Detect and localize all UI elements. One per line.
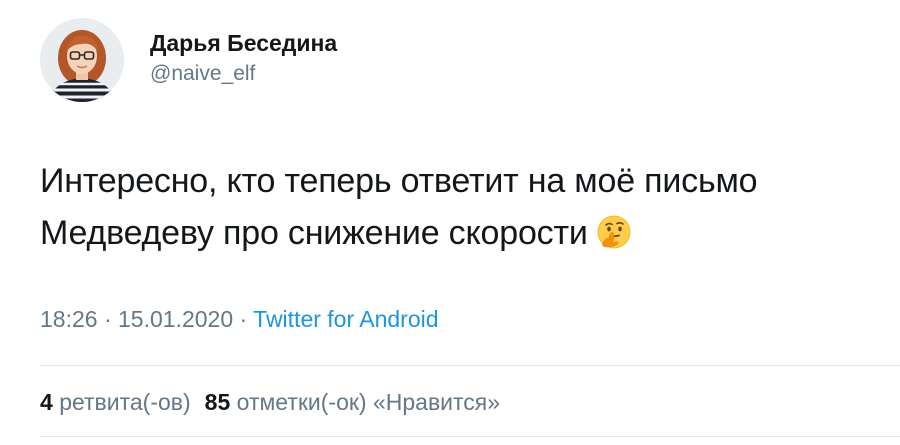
divider [40, 436, 900, 437]
author-names: Дарья Беседина @naive_elf [150, 28, 337, 88]
retweets-label: ретвита(-ов) [59, 389, 191, 415]
author-handle[interactable]: @naive_elf [150, 60, 337, 88]
tweet-time[interactable]: 18:26 [40, 306, 98, 332]
author-display-name[interactable]: Дарья Беседина [150, 28, 337, 58]
divider [40, 365, 900, 366]
tweet-header: Дарья Беседина @naive_elf [40, 18, 337, 102]
likes-label: отметки(-ок) «Нравится» [236, 389, 501, 415]
tweet-text-line-2: Медведеву про снижение скорости [40, 214, 588, 252]
meta-separator: · [97, 306, 119, 332]
tweet-stats: 4 ретвита(-ов) 85 отметки(-ок) «Нравится» [40, 386, 500, 418]
tweet-text-line-2-wrap: Медведеву про снижение скорости [40, 207, 880, 259]
tweet-card: Дарья Беседина @naive_elf Интересно, кто… [0, 0, 900, 445]
avatar[interactable] [40, 18, 124, 102]
tweet-text: Интересно, кто теперь ответит на моё пис… [40, 155, 880, 259]
tweet-meta: 18:26 · 15.01.2020 · Twitter for Android [40, 302, 439, 336]
likes-stat[interactable]: 85 отметки(-ок) «Нравится» [205, 389, 500, 415]
retweets-count: 4 [40, 389, 53, 415]
tweet-text-line-1: Интересно, кто теперь ответит на моё пис… [40, 162, 758, 200]
thinking-face-emoji-icon [597, 215, 631, 249]
tweet-date[interactable]: 15.01.2020 [118, 306, 233, 332]
retweets-stat[interactable]: 4 ретвита(-ов) [40, 389, 191, 415]
likes-count: 85 [204, 389, 231, 415]
tweet-source-link[interactable]: Twitter for Android [253, 306, 438, 332]
meta-separator: · [233, 306, 254, 332]
